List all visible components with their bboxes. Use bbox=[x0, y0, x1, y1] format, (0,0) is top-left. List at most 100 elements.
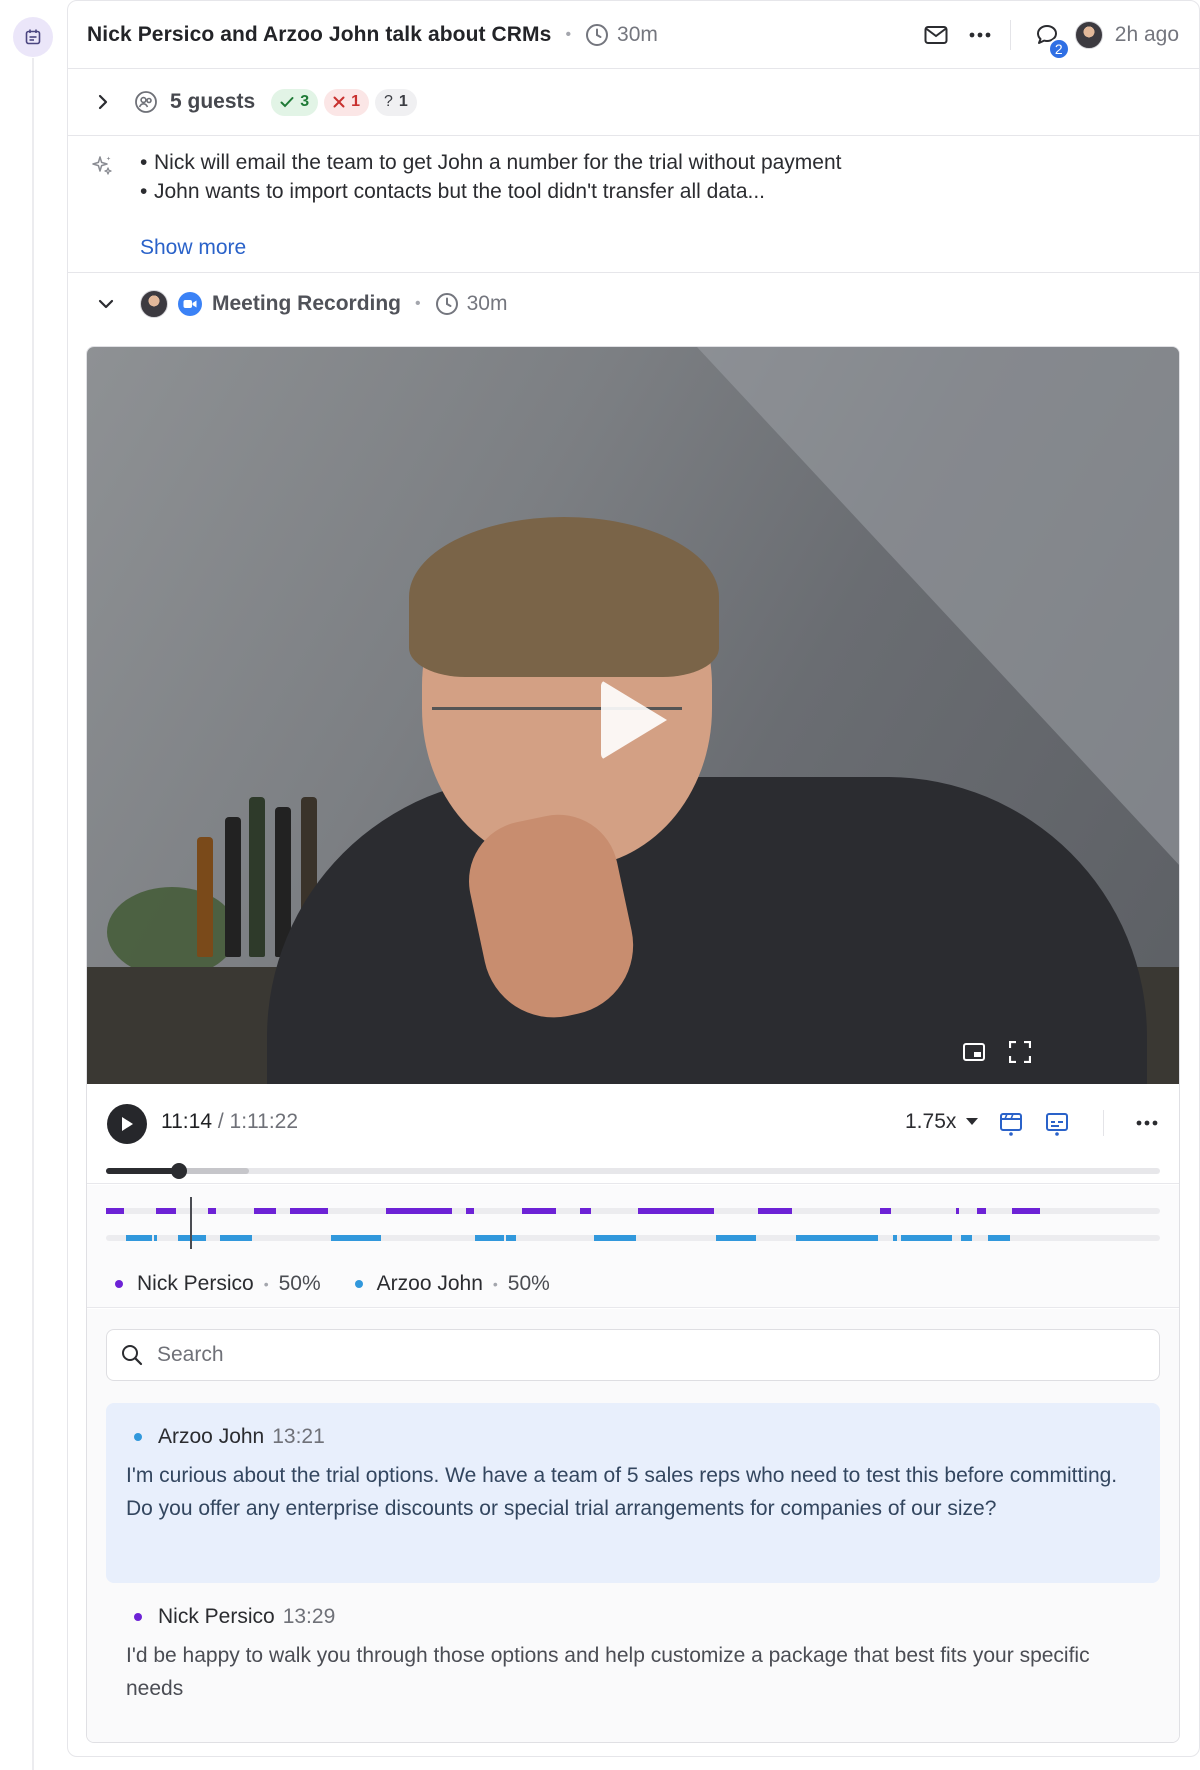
speaker-segment[interactable] bbox=[466, 1208, 474, 1214]
transcript-text: I'm curious about the trial options. We … bbox=[126, 1464, 1118, 1520]
speaker-segment[interactable] bbox=[164, 1208, 176, 1214]
video-frame[interactable] bbox=[87, 347, 1179, 1084]
caret-down-icon bbox=[966, 1118, 979, 1125]
question-icon: ? bbox=[384, 93, 393, 110]
transcript-search[interactable] bbox=[106, 1329, 1160, 1381]
scrubber-handle[interactable] bbox=[171, 1163, 188, 1179]
speaker-segment[interactable] bbox=[880, 1208, 891, 1214]
controls-divider bbox=[1103, 1110, 1104, 1136]
separator-dot: • bbox=[492, 1276, 498, 1292]
transcript-speaker: Nick Persico bbox=[158, 1605, 275, 1628]
separator-dot: • bbox=[565, 25, 572, 43]
fullscreen-button[interactable] bbox=[1005, 1037, 1035, 1067]
collapse-recording-button[interactable] bbox=[98, 299, 114, 309]
captions-button[interactable] bbox=[1041, 1107, 1073, 1139]
speaker-segment[interactable] bbox=[893, 1235, 897, 1241]
speaker-segment[interactable] bbox=[858, 1235, 878, 1241]
speaker-lane-arzoo[interactable] bbox=[106, 1235, 1160, 1241]
recording-player: 11:14 / 1:11:22 1.75x Nick Persico • 50%… bbox=[86, 346, 1180, 1743]
speaker-segment[interactable] bbox=[126, 1235, 152, 1241]
declined-badge: 1 bbox=[324, 88, 370, 116]
speaker-segment[interactable] bbox=[580, 1208, 591, 1214]
transcript-entry[interactable]: Nick Persico 13:29 I'd be happy to walk … bbox=[106, 1583, 1160, 1713]
clapperboard-icon bbox=[1000, 1113, 1022, 1136]
comment-count-badge: 2 bbox=[1047, 38, 1070, 60]
picture-in-picture-button[interactable] bbox=[959, 1037, 989, 1067]
speaker-segment[interactable] bbox=[331, 1235, 381, 1241]
speaker-segment[interactable] bbox=[796, 1235, 858, 1241]
email-button[interactable] bbox=[916, 15, 956, 55]
speaker-segment[interactable] bbox=[961, 1235, 972, 1241]
speaker-segment[interactable] bbox=[386, 1208, 452, 1214]
speaker-name: Arzoo John bbox=[376, 1272, 483, 1295]
clips-button[interactable] bbox=[995, 1107, 1027, 1139]
speaker-legend-item[interactable]: Nick Persico • 50% bbox=[115, 1272, 321, 1296]
declined-count: 1 bbox=[351, 93, 361, 110]
speaker-segment[interactable] bbox=[154, 1235, 157, 1241]
ellipsis-icon bbox=[969, 32, 991, 38]
expand-guests-button[interactable] bbox=[98, 94, 108, 110]
player-controls: 11:14 / 1:11:22 1.75x bbox=[87, 1084, 1179, 1184]
search-input[interactable] bbox=[157, 1343, 1057, 1367]
check-icon bbox=[280, 97, 294, 108]
speaker-segment[interactable] bbox=[594, 1235, 636, 1241]
speaker-segment[interactable] bbox=[522, 1208, 556, 1214]
timeline-playhead bbox=[190, 1197, 192, 1249]
current-time: 11:14 bbox=[161, 1110, 212, 1133]
speaker-color-dot bbox=[354, 1280, 363, 1288]
meeting-title[interactable]: Nick Persico and Arzoo John talk about C… bbox=[87, 23, 551, 47]
header-divider bbox=[1009, 20, 1011, 50]
transcript-entry[interactable]: Arzoo John 13:21 I'm curious about the t… bbox=[106, 1403, 1160, 1583]
speaker-segment[interactable] bbox=[988, 1235, 1010, 1241]
speaker-segment[interactable] bbox=[254, 1208, 276, 1214]
speaker-segment[interactable] bbox=[716, 1235, 756, 1241]
accepted-badge: 3 bbox=[271, 88, 319, 116]
time-ago: 2h ago bbox=[1114, 23, 1179, 46]
speaker-lane-nick[interactable] bbox=[106, 1208, 1160, 1214]
recording-title[interactable]: Meeting Recording bbox=[212, 292, 401, 316]
guests-count[interactable]: 5 guests bbox=[170, 90, 255, 114]
host-avatar[interactable] bbox=[1074, 21, 1103, 49]
play-overlay-button[interactable] bbox=[601, 680, 667, 760]
speaker-segment[interactable] bbox=[912, 1235, 952, 1241]
timeline-rail bbox=[0, 0, 68, 1770]
player-more-button[interactable] bbox=[1131, 1107, 1163, 1139]
more-options-button[interactable] bbox=[960, 15, 1000, 55]
speaker-segment[interactable] bbox=[506, 1235, 516, 1241]
clock-icon bbox=[586, 23, 609, 46]
speaker-segment[interactable] bbox=[106, 1208, 124, 1214]
host-avatar bbox=[140, 290, 168, 318]
transcript-timestamp[interactable]: 13:21 bbox=[272, 1425, 325, 1449]
speaker-segment[interactable] bbox=[290, 1208, 328, 1214]
speaker-segment[interactable] bbox=[638, 1208, 714, 1214]
speaker-color-dot bbox=[134, 1433, 142, 1441]
progress-track[interactable] bbox=[106, 1163, 1160, 1179]
guests-row: 5 guests 3 1 ? 1 bbox=[68, 69, 1199, 136]
envelope-icon bbox=[924, 26, 948, 44]
tentative-badge: ? 1 bbox=[375, 88, 417, 116]
calendar-icon bbox=[13, 17, 53, 57]
speaker-legend-item[interactable]: Arzoo John • 50% bbox=[354, 1272, 550, 1296]
speaker-segment[interactable] bbox=[178, 1235, 206, 1241]
recording-header: Meeting Recording • 30m bbox=[68, 273, 1199, 335]
speaker-segment[interactable] bbox=[208, 1208, 216, 1214]
clock-icon bbox=[435, 293, 458, 315]
transcript-speaker: Arzoo John bbox=[158, 1425, 265, 1448]
speaker-segment[interactable] bbox=[956, 1208, 959, 1214]
speaker-segment[interactable] bbox=[220, 1235, 252, 1241]
meeting-duration-text: 30m bbox=[617, 22, 658, 46]
search-icon bbox=[122, 1345, 143, 1366]
playback-speed-select[interactable]: 1.75x bbox=[905, 1110, 979, 1134]
speaker-segment[interactable] bbox=[977, 1208, 986, 1214]
transcript-timestamp[interactable]: 13:29 bbox=[283, 1605, 336, 1629]
picture-in-picture-icon bbox=[963, 1043, 985, 1061]
speaker-share: 50% bbox=[278, 1272, 321, 1295]
header-actions: 2 2h ago bbox=[912, 1, 1179, 69]
speaker-segment[interactable] bbox=[758, 1208, 792, 1214]
speaker-segment[interactable] bbox=[1012, 1208, 1040, 1214]
show-more-link[interactable]: Show more bbox=[140, 236, 246, 260]
comments-button[interactable]: 2 bbox=[1027, 15, 1070, 60]
play-button[interactable] bbox=[107, 1104, 147, 1144]
chevron-right-icon bbox=[98, 94, 108, 110]
speaker-segment[interactable] bbox=[475, 1235, 504, 1241]
